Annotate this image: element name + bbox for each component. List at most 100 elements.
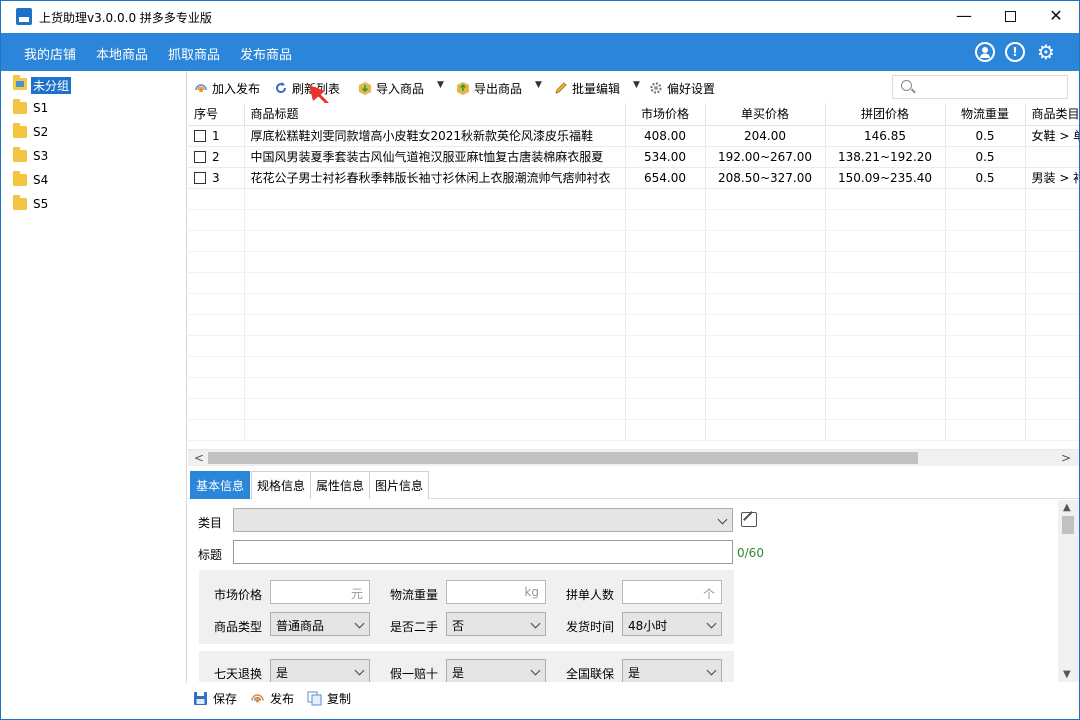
- batch-edit-button[interactable]: 批量编辑: [554, 80, 620, 96]
- edit-category-icon[interactable]: [741, 512, 757, 527]
- sidebar-item-label: S4: [33, 173, 49, 187]
- weight-input[interactable]: kg: [446, 580, 546, 604]
- search-input[interactable]: [919, 78, 1064, 96]
- gear-icon[interactable]: ⚙: [1036, 42, 1056, 62]
- empty-row: [188, 293, 1079, 315]
- column-header-no[interactable]: 序号: [188, 103, 245, 126]
- ship-time-select[interactable]: 48小时: [622, 612, 722, 636]
- menu-publish-products[interactable]: 发布商品: [240, 44, 292, 63]
- return-7days-label: 七天退换: [214, 667, 263, 681]
- group-sidebar: 未分组 S1 S2 S3 S4 S5: [1, 71, 187, 683]
- tab-image-info[interactable]: 图片信息: [369, 471, 430, 499]
- product-search-box[interactable]: [892, 75, 1068, 99]
- table-row[interactable]: 1 厚底松糕鞋刘雯同款增高小皮鞋女2021秋新款英伦风漆皮乐福鞋 408.00 …: [188, 125, 1079, 147]
- column-header-single-price[interactable]: 单买价格: [705, 103, 826, 126]
- save-button[interactable]: 保存: [193, 690, 237, 707]
- scroll-up-icon[interactable]: ▲: [1063, 502, 1071, 513]
- sidebar-item-label: S1: [33, 101, 49, 115]
- menu-my-store[interactable]: 我的店铺: [24, 44, 76, 63]
- menu-fetch-products[interactable]: 抓取商品: [168, 44, 220, 63]
- market-price-input[interactable]: 元: [270, 580, 370, 604]
- folder-icon: [13, 123, 27, 138]
- column-header-market-price[interactable]: 市场价格: [625, 103, 706, 126]
- return-7days-value: 是: [276, 666, 289, 680]
- tab-basic-info[interactable]: 基本信息: [190, 471, 251, 499]
- title-label: 标题: [198, 548, 223, 562]
- second-hand-select[interactable]: 否: [446, 612, 546, 636]
- row-number: 2: [212, 149, 220, 164]
- group-size-input[interactable]: 个: [622, 580, 722, 604]
- product-type-value: 普通商品: [276, 619, 325, 633]
- group-price-cell: 150.09~235.40: [825, 167, 946, 189]
- ship-time-label: 发货时间: [566, 620, 615, 634]
- user-icon[interactable]: [975, 42, 995, 62]
- group-price-cell: 138.21~192.20: [825, 146, 946, 168]
- product-type-label: 商品类型: [214, 620, 263, 634]
- maximize-button[interactable]: [987, 1, 1033, 33]
- form-vertical-scrollbar[interactable]: ▲ ▼: [1058, 500, 1079, 682]
- empty-row: [188, 188, 1079, 210]
- search-icon: [901, 80, 912, 91]
- column-header-category[interactable]: 商品类目: [1025, 103, 1079, 126]
- add-to-publish-label: 加入发布: [212, 82, 261, 96]
- column-header-title[interactable]: 商品标题: [244, 103, 626, 126]
- fake-compensation-select[interactable]: 是: [446, 659, 546, 682]
- national-warranty-value: 是: [628, 666, 641, 680]
- row-checkbox[interactable]: [194, 129, 206, 142]
- empty-row: [188, 419, 1079, 441]
- copy-button[interactable]: 复制: [307, 690, 351, 707]
- tab-spec-info[interactable]: 规格信息: [251, 471, 312, 499]
- main-menu-bar: 我的店铺 本地商品 抓取商品 发布商品 ! ⚙: [1, 33, 1079, 71]
- product-table: 序号 商品标题 市场价格 单买价格 拼团价格 物流重量 商品类目 1 厚底松糕鞋…: [188, 103, 1079, 449]
- table-horizontal-scrollbar[interactable]: < >: [188, 449, 1079, 466]
- pencil-icon: [555, 82, 567, 94]
- menu-local-products[interactable]: 本地商品: [96, 44, 148, 63]
- save-label: 保存: [213, 692, 238, 706]
- folder-icon: [13, 147, 27, 162]
- import-dropdown-icon[interactable]: ▼: [437, 80, 444, 90]
- empty-row: [188, 335, 1079, 357]
- batch-edit-dropdown-icon[interactable]: ▼: [633, 80, 640, 90]
- column-header-weight[interactable]: 物流重量: [945, 103, 1026, 126]
- category-select[interactable]: [233, 508, 733, 532]
- scroll-down-icon[interactable]: ▼: [1063, 669, 1071, 680]
- export-dropdown-icon[interactable]: ▼: [535, 80, 542, 90]
- empty-row: [188, 377, 1079, 399]
- refresh-icon: [276, 82, 287, 94]
- close-button[interactable]: ✕: [1033, 1, 1079, 33]
- add-to-publish-button[interactable]: 加入发布: [194, 80, 260, 96]
- preferences-button[interactable]: 偏好设置: [649, 80, 715, 96]
- detail-tabs: 基本信息 规格信息 属性信息 图片信息: [188, 469, 1079, 499]
- minimize-button[interactable]: —: [941, 1, 987, 33]
- scrollbar-thumb[interactable]: [208, 452, 918, 464]
- info-icon[interactable]: !: [1005, 42, 1025, 62]
- scroll-left-icon[interactable]: <: [194, 451, 204, 465]
- row-checkbox[interactable]: [194, 150, 206, 163]
- table-row[interactable]: 3 花花公子男士衬衫春秋季韩版长袖寸衫休闲上衣服潮流帅气痞帅衬衣 654.00 …: [188, 167, 1079, 189]
- national-warranty-select[interactable]: 是: [622, 659, 722, 682]
- title-cell: 花花公子男士衬衫春秋季韩版长袖寸衫休闲上衣服潮流帅气痞帅衬衣: [244, 167, 626, 189]
- single-price-cell: 208.50~327.00: [705, 167, 826, 189]
- scrollbar-thumb[interactable]: [1062, 516, 1074, 534]
- sidebar-item-label: S5: [33, 197, 49, 211]
- empty-row: [188, 272, 1079, 294]
- import-products-button[interactable]: 导入商品: [358, 80, 424, 96]
- row-number-cell: 2: [188, 146, 245, 168]
- publish-button[interactable]: 发布: [250, 690, 294, 707]
- empty-row: [188, 398, 1079, 420]
- tab-attribute-info[interactable]: 属性信息: [310, 471, 371, 499]
- row-number: 3: [212, 170, 220, 185]
- return-7days-select[interactable]: 是: [270, 659, 370, 682]
- product-type-select[interactable]: 普通商品: [270, 612, 370, 636]
- row-checkbox[interactable]: [194, 171, 206, 184]
- broadcast-icon: [195, 84, 207, 92]
- chevron-down-icon: [706, 618, 717, 629]
- column-header-group-price[interactable]: 拼团价格: [825, 103, 946, 126]
- chevron-down-icon: [530, 665, 541, 676]
- category-cell: 女鞋 > 单: [1025, 125, 1079, 147]
- title-input[interactable]: [233, 540, 733, 564]
- scroll-right-icon[interactable]: >: [1061, 451, 1071, 465]
- chevron-down-icon: [530, 618, 541, 629]
- export-products-button[interactable]: 导出商品: [456, 80, 522, 96]
- table-row[interactable]: 2 中国风男装夏季套装古风仙气道袍汉服亚麻t恤复古唐装棉麻衣服夏 534.00 …: [188, 146, 1079, 168]
